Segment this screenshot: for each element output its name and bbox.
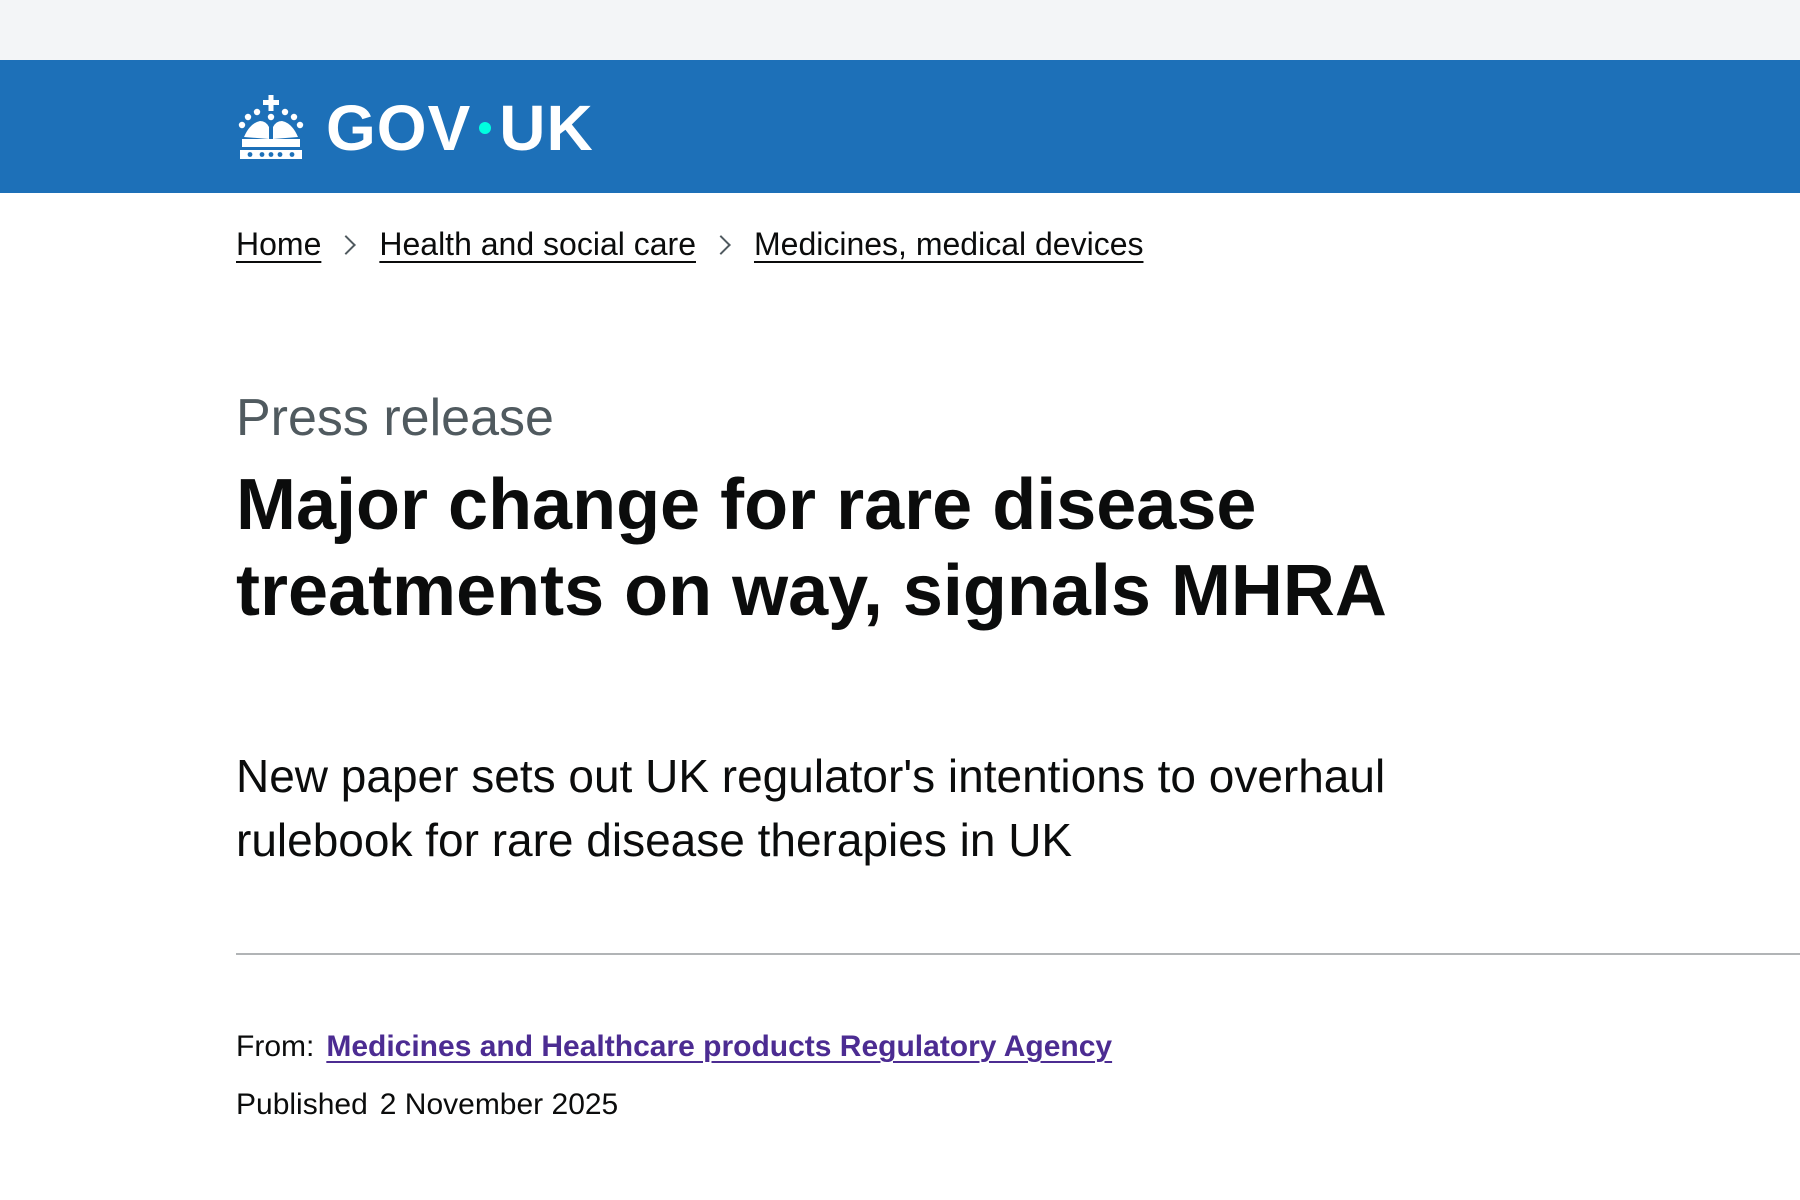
breadcrumb-link-home[interactable]: Home: [236, 226, 321, 263]
logo-dot: [479, 122, 492, 134]
organisation-link[interactable]: Medicines and Healthcare products Regula…: [326, 1030, 1112, 1064]
section-divider: [236, 953, 1800, 955]
page-title: Major change for rare disease treatments…: [236, 465, 1387, 631]
metadata-from: From: Medicines and Healthcare products …: [236, 1030, 1112, 1064]
govuk-logo-text: GOV UK: [326, 96, 594, 160]
from-label: From:: [236, 1030, 315, 1063]
breadcrumb-link-health-and-social-care[interactable]: Health and social care: [379, 226, 696, 263]
govuk-header: GOV UK: [0, 60, 1800, 193]
logo-text-left: GOV: [326, 92, 472, 164]
govuk-logo-link[interactable]: GOV UK: [236, 88, 594, 168]
logo-text-right: UK: [499, 92, 594, 164]
article-summary: New paper sets out UK regulator's intent…: [236, 750, 1386, 866]
published-date: 2 November 2025: [379, 1088, 619, 1121]
browser-top-strip: [0, 0, 1800, 60]
metadata-published: Published 2 November 2025: [236, 1088, 618, 1122]
crown-icon: [238, 95, 304, 159]
chevron-right-icon: [336, 234, 357, 255]
chevron-right-icon: [711, 234, 731, 255]
published-label: Published: [236, 1088, 368, 1121]
breadcrumb: Home Health and social care Medicines, m…: [236, 226, 1143, 263]
document-type-caption: Press release: [236, 389, 554, 447]
breadcrumb-link-medicines-medical-devices[interactable]: Medicines, medical devices: [754, 226, 1144, 263]
